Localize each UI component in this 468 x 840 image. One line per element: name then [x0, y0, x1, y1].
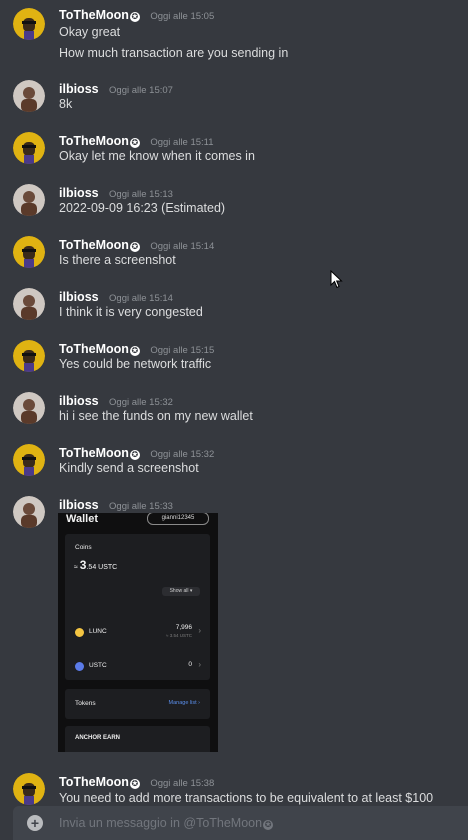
timestamp: Oggi alle 15:05 [150, 11, 215, 22]
asset-row-ustc: USTC 0 › [65, 657, 210, 677]
avatar-tothemoon[interactable] [13, 8, 45, 40]
timestamp: Oggi alle 15:38 [150, 778, 215, 789]
author-name[interactable]: ToTheMoon [59, 342, 129, 356]
timestamp: Oggi alle 15:07 [109, 85, 173, 96]
message-text: Okay great [59, 25, 121, 39]
asset-ticker: LUNC [89, 628, 107, 635]
coins-panel: Coins ≈ 3.54 USTC Show all ▾ LUNC 7,996 … [65, 534, 210, 680]
author-name[interactable]: ilbioss [59, 498, 99, 512]
message-text: Yes could be network traffic [59, 357, 212, 371]
avatar-tothemoon[interactable] [13, 444, 45, 476]
timestamp: Oggi alle 15:11 [150, 137, 214, 148]
avatar-tothemoon[interactable] [13, 132, 45, 164]
coins-label: Coins [75, 544, 92, 551]
avatar-ilbioss[interactable] [13, 288, 45, 320]
mouse-cursor-icon [330, 270, 343, 289]
asset-sub: ≈ 3.54 USTC [166, 633, 192, 638]
show-all-dropdown: Show all ▾ [162, 587, 200, 596]
message: ToTheMoon ✪ Oggi alle 15:38 You need to a… [0, 773, 468, 807]
avatar-tothemoon[interactable] [13, 773, 45, 805]
message: ilbioss Oggi alle 15:32 hi i see the fun… [0, 392, 468, 426]
message-text: You need to add more transactions to be … [59, 791, 434, 805]
author-name[interactable]: ToTheMoon [59, 238, 129, 252]
timestamp: Oggi alle 15:13 [109, 189, 173, 200]
wallet-screenshot-attachment[interactable]: Wallet gianni12345 Coins ≈ 3.54 USTC Sho… [58, 513, 218, 752]
asset-row-lunc: LUNC 7,996 ≈ 3.54 USTC › [65, 623, 210, 643]
chevron-right-icon: › [198, 660, 201, 669]
message-text: How much transaction are you sending in [59, 46, 289, 60]
tokens-label: Tokens [75, 700, 96, 707]
author-name[interactable]: ToTheMoon [59, 446, 129, 460]
plus-icon[interactable]: + [27, 815, 43, 831]
lunc-icon [75, 628, 84, 637]
tokens-panel: Tokens Manage list › [65, 689, 210, 719]
message-text: 2022-09-09 16:23 (Estimated) [59, 201, 226, 215]
wallet-username: gianni12345 [147, 513, 209, 525]
avatar-ilbioss[interactable] [13, 80, 45, 112]
message: ilbioss Oggi alle 15:07 8k [0, 80, 468, 114]
message: ilbioss Oggi alle 15:14 I think it is ve… [0, 288, 468, 322]
asset-ticker: USTC [89, 662, 107, 669]
avatar-ilbioss[interactable] [13, 496, 45, 528]
timestamp: Oggi alle 15:14 [109, 293, 173, 304]
avatar-ilbioss[interactable] [13, 184, 45, 216]
message: ilbioss Oggi alle 15:13 2022-09-09 16:23… [0, 184, 468, 218]
coins-total: ≈ 3.54 USTC [74, 558, 117, 572]
message-text: hi i see the funds on my new wallet [59, 409, 253, 423]
author-name[interactable]: ilbioss [59, 290, 99, 304]
manage-list-link: Manage list › [168, 700, 201, 706]
message-text: Is there a screenshot [59, 253, 176, 267]
author-name[interactable]: ilbioss [59, 186, 99, 200]
author-name[interactable]: ilbioss [59, 82, 99, 96]
message-feed[interactable]: ToTheMoon ✪ Oggi alle 15:05 Okay great Ho… [0, 0, 468, 806]
owner-badge-icon: ✪ [263, 820, 274, 830]
anchor-panel: ANCHOR EARN [65, 726, 210, 752]
wallet-title: Wallet [66, 513, 98, 525]
timestamp: Oggi alle 15:32 [150, 449, 215, 460]
owner-badge-icon: ✪ [129, 346, 140, 356]
owner-badge-icon: ✪ [129, 242, 140, 252]
author-name[interactable]: ilbioss [59, 394, 99, 408]
owner-badge-icon: ✪ [129, 12, 140, 22]
message-text: Okay let me know when it comes in [59, 149, 255, 163]
approx-sign: ≈ [74, 564, 78, 571]
total-sub: .54 USTC [86, 564, 118, 571]
avatar-tothemoon[interactable] [13, 340, 45, 372]
owner-badge-icon: ✪ [129, 779, 140, 789]
message: ToTheMoon ✪ Oggi alle 15:32 Kindly send a… [0, 444, 468, 478]
asset-amount: 0 [188, 661, 192, 668]
message-text: 8k [59, 97, 73, 111]
message-composer[interactable]: + Invia un messaggio in @ToTheMoon ✪ [13, 806, 468, 840]
author-name[interactable]: ToTheMoon [59, 8, 129, 22]
owner-badge-icon: ✪ [129, 138, 140, 148]
chevron-right-icon: › [198, 626, 201, 635]
timestamp: Oggi alle 15:32 [109, 397, 173, 408]
timestamp: Oggi alle 15:15 [150, 345, 215, 356]
timestamp: Oggi alle 15:14 [150, 241, 215, 252]
message: ToTheMoon ✪ Oggi alle 15:15 Yes could be … [0, 340, 468, 374]
ustc-icon [75, 662, 84, 671]
avatar-ilbioss[interactable] [13, 392, 45, 424]
avatar-tothemoon[interactable] [13, 236, 45, 268]
timestamp: Oggi alle 15:33 [109, 501, 173, 512]
asset-amount: 7,996 [175, 624, 192, 631]
owner-badge-icon: ✪ [129, 450, 140, 460]
message: ToTheMoon ✪ Oggi alle 15:05 Okay great Ho… [0, 6, 468, 64]
author-name[interactable]: ToTheMoon [59, 775, 129, 789]
author-name[interactable]: ToTheMoon [59, 134, 129, 148]
anchor-earn-label: ANCHOR EARN [75, 735, 120, 741]
message: ToTheMoon ✪ Oggi alle 15:14 Is there a sc… [0, 236, 468, 270]
message-input[interactable]: Invia un messaggio in @ToTheMoon ✪ [59, 816, 274, 830]
message-text: I think it is very congested [59, 305, 203, 319]
composer-placeholder: Invia un messaggio in @ToTheMoon [59, 816, 263, 830]
message-text: Kindly send a screenshot [59, 461, 199, 475]
message: ToTheMoon ✪ Oggi alle 15:11 Okay let me k… [0, 132, 468, 166]
